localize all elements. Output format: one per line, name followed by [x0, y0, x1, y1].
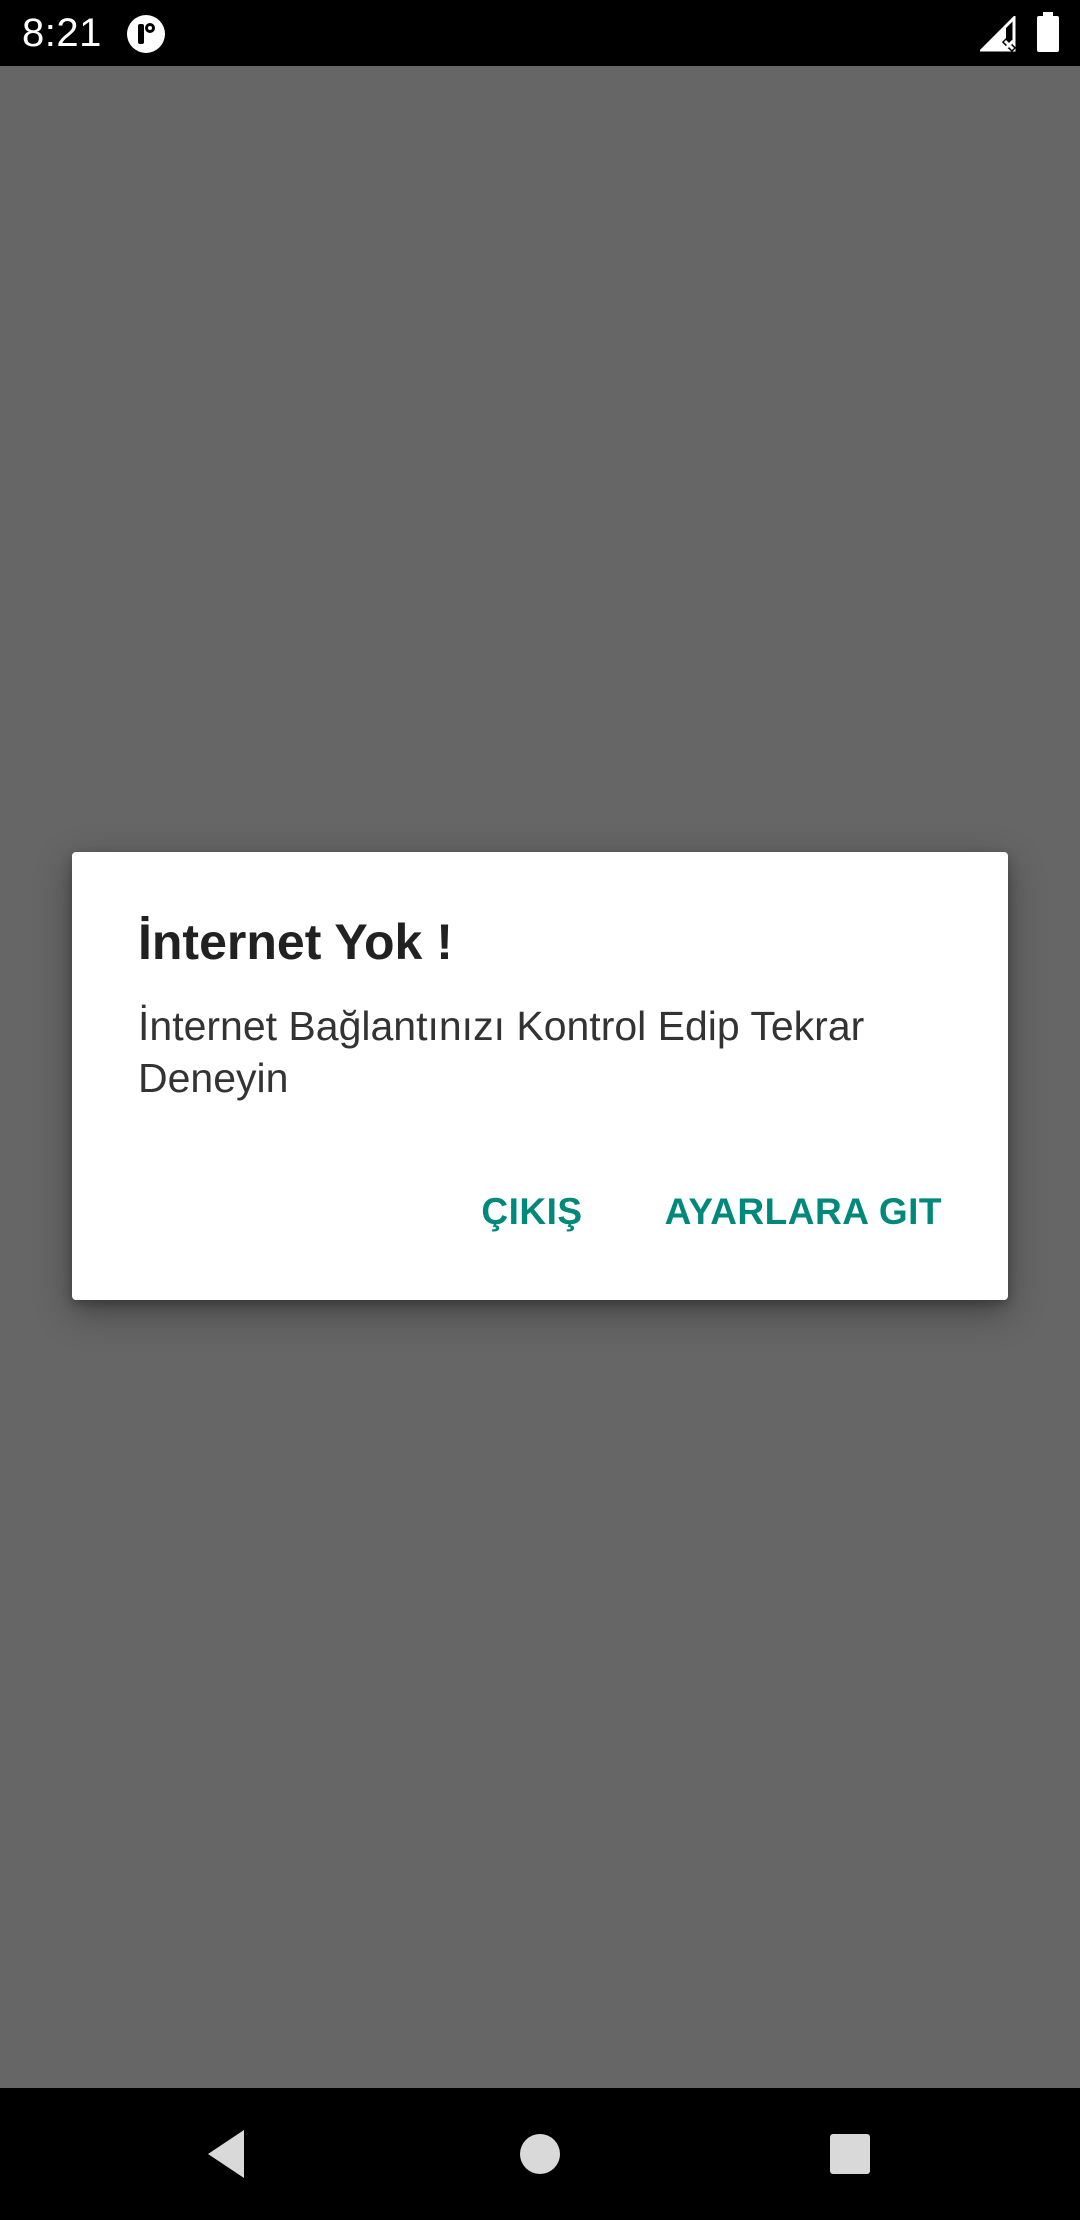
exit-button[interactable]: ÇIKIŞ — [465, 1171, 598, 1253]
screen: 8:21 İnternet Yok ! İnternet Bağlantınız… — [0, 0, 1080, 2220]
recents-square-icon[interactable] — [829, 2133, 871, 2175]
navigation-bar — [0, 2088, 1080, 2220]
signal-no-service-icon — [980, 16, 1017, 52]
status-bar: 8:21 — [0, 0, 1080, 66]
dialog-title: İnternet Yok ! — [138, 914, 453, 970]
battery-full-icon — [1037, 12, 1059, 52]
home-circle-icon[interactable] — [519, 2133, 561, 2175]
dialog-actions: ÇIKIŞ AYARLARA GIT — [465, 1164, 958, 1260]
dialog-message: İnternet Bağlantınızı Kontrol Edip Tekra… — [138, 1003, 865, 1101]
back-triangle-icon[interactable] — [204, 2128, 248, 2180]
status-time: 8:21 — [22, 11, 102, 55]
notification-app-icon — [127, 15, 165, 53]
go-to-settings-button[interactable]: AYARLARA GIT — [649, 1171, 958, 1253]
no-internet-dialog: İnternet Yok ! İnternet Bağlantınızı Kon… — [72, 852, 1008, 1300]
